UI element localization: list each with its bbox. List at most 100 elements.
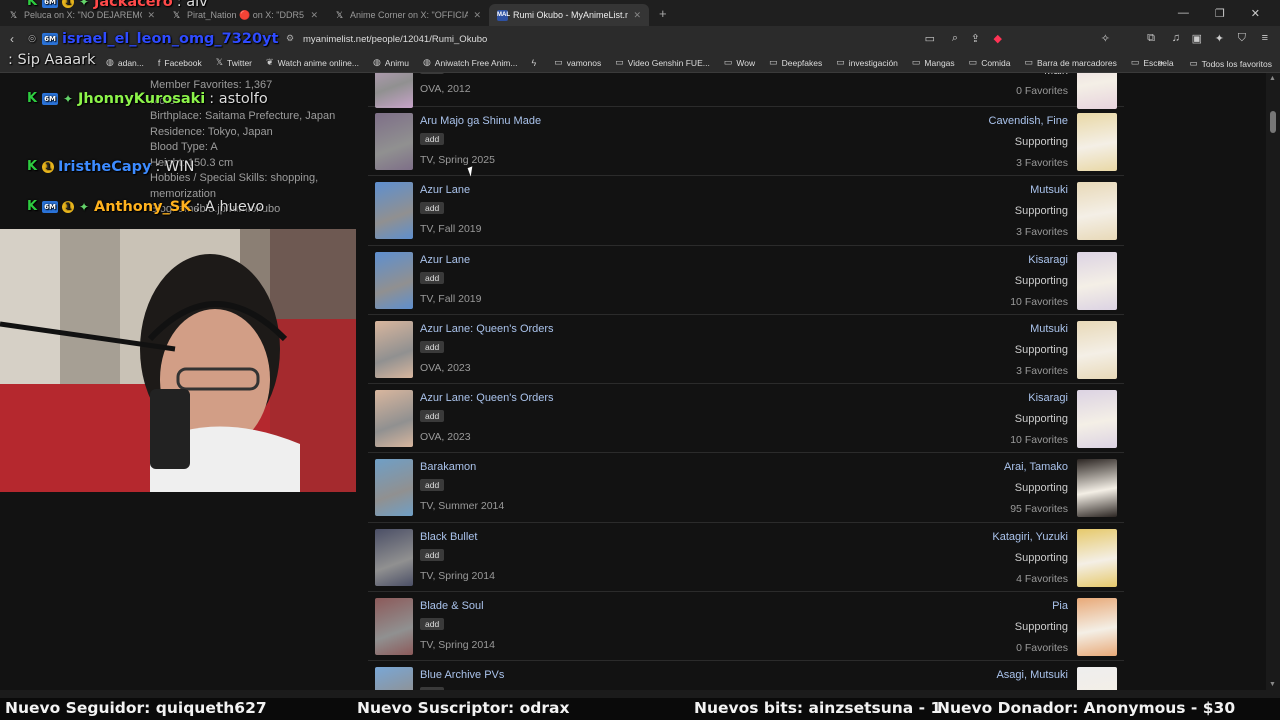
anime-thumbnail[interactable] [375, 251, 413, 309]
character-thumbnail[interactable] [1077, 528, 1117, 587]
new-tab-button[interactable]: + [649, 6, 677, 21]
screen-cast-icon[interactable]: ▭ [925, 32, 935, 45]
bookmark-item[interactable]: ▭ Mangas [912, 57, 955, 68]
close-tab-icon[interactable]: ✕ [473, 10, 481, 21]
add-button[interactable]: add [420, 410, 445, 423]
bookmark-item[interactable]: ▭ Escuela [1131, 57, 1174, 68]
more-bookmarks-icon[interactable]: » [1158, 57, 1163, 67]
role-row: Azur Lane add TV, Fall 2019 Mutsuki Supp… [368, 176, 1124, 246]
anime-thumbnail[interactable] [375, 182, 413, 240]
character-name-link[interactable]: Asagi, Mutsuki [996, 669, 1068, 681]
anime-thumbnail[interactable] [375, 73, 413, 108]
add-button[interactable]: add [420, 340, 445, 353]
close-tab-icon[interactable]: ✕ [310, 10, 318, 21]
character-thumbnail[interactable] [1077, 73, 1117, 109]
all-bookmarks[interactable]: ▭ Todos los favoritos [1190, 58, 1272, 69]
favorites-count: 10 Favorites [1010, 295, 1068, 308]
character-name-link[interactable]: Arai, Tamako [1004, 461, 1068, 473]
character-name-link[interactable]: Mutsuki [1030, 184, 1068, 196]
subscriber-badge-icon: 6M [42, 201, 58, 213]
bookmark-item[interactable]: ▭ investigación [836, 57, 898, 68]
chat-text: : aiv [176, 0, 208, 10]
character-thumbnail[interactable] [1077, 182, 1117, 241]
anime-thumbnail[interactable] [375, 113, 413, 170]
bookmark-item[interactable]: ▭ Barra de marcadores [1024, 57, 1116, 68]
window-controls: — ❐ ✕ [1178, 7, 1280, 20]
character-thumbnail[interactable] [1077, 251, 1117, 310]
character-name-link[interactable]: Kisaragi [1028, 392, 1068, 404]
bookmark-item[interactable]: ◍ Animu [373, 57, 409, 68]
character-thumbnail[interactable] [1077, 320, 1117, 379]
wallet-icon[interactable]: ▣ [1192, 32, 1202, 45]
anime-thumbnail[interactable] [375, 598, 413, 656]
extensions-icon[interactable]: ✧ [1101, 32, 1110, 45]
add-button[interactable]: add [420, 133, 445, 145]
bookmark-label: Barra de marcadores [1037, 57, 1117, 68]
bookmark-item[interactable]: ϟ [531, 58, 540, 68]
add-button[interactable]: add [420, 618, 445, 631]
anime-type-season: TV, Spring 2014 [420, 569, 495, 582]
anime-title-link[interactable]: Barakamon [420, 461, 476, 473]
bookmark-item[interactable]: ◍ Aniwatch Free Anim... [423, 57, 518, 68]
music-icon[interactable]: ♫ [1172, 32, 1180, 44]
anime-thumbnail[interactable] [375, 320, 413, 378]
anime-title-link[interactable]: Azur Lane: Queen's Orders [420, 323, 554, 335]
add-button[interactable]: add [420, 73, 445, 74]
anime-title-link[interactable]: Azur Lane [420, 184, 470, 196]
anime-thumbnail[interactable] [375, 390, 413, 448]
puzzle-icon[interactable]: ⧉ [1147, 32, 1155, 45]
anime-title-link[interactable]: Blue Archive PVs [420, 669, 504, 681]
url-field[interactable]: myanimelist.net/people/12041/Rumi_Okubo [303, 34, 487, 45]
scroll-up-icon[interactable]: ▲ [1269, 75, 1276, 82]
character-thumbnail[interactable] [1077, 390, 1117, 449]
scrollbar-thumb[interactable] [1270, 111, 1276, 133]
character-thumbnail[interactable] [1077, 667, 1117, 690]
character-name-link[interactable]: Pia [1052, 600, 1068, 612]
folder-icon: ▭ [968, 57, 978, 67]
add-button[interactable]: add [420, 548, 445, 561]
bookmark-item[interactable]: ▭ Comida [969, 57, 1011, 68]
close-window-icon[interactable]: ✕ [1251, 7, 1260, 20]
anime-title-link[interactable]: Azur Lane [420, 254, 470, 266]
add-button[interactable]: add [420, 271, 445, 284]
anime-title-link[interactable]: Azur Lane: Queen's Orders [420, 392, 554, 404]
ai-icon[interactable]: ✦ [1215, 32, 1224, 45]
character-thumbnail[interactable] [1077, 459, 1117, 518]
bookmark-item[interactable]: ▭ Video Genshin FUE... [615, 57, 710, 68]
bookmark-item[interactable]: ▭ Deepfakes [769, 57, 822, 68]
share-icon[interactable]: ⇪ [971, 32, 980, 45]
bookmark-item[interactable]: ▭ vamonos [554, 57, 601, 68]
character-thumbnail[interactable] [1077, 598, 1117, 657]
add-button[interactable]: add [420, 479, 445, 492]
character-name-link[interactable]: Katagiri, Yuzuki [992, 531, 1068, 543]
anime-title-link[interactable]: Aru Majo ga Shinu Made [420, 115, 541, 127]
brave-shield-icon[interactable]: ◆ [994, 32, 1002, 45]
anime-title-link[interactable]: Black Bullet [420, 531, 477, 543]
vpn-icon[interactable]: ⛉ [1238, 32, 1246, 45]
character-name-link[interactable]: Cavendish, Fine [989, 115, 1069, 127]
tab-3[interactable]: MAL Rumi Okubo - MyAnimeList.net ✕ [489, 4, 649, 26]
folder-icon: ▭ [911, 57, 921, 67]
add-button[interactable]: add [420, 202, 445, 215]
bookmark-label: investigación [848, 57, 898, 68]
anime-type-season: TV, Spring 2014 [420, 639, 495, 652]
bookmark-label: Wow [736, 57, 756, 68]
tab-2[interactable]: 𝕏 Anime Corner on X: "OFFICIAL: "Mag ✕ [326, 4, 489, 26]
anime-thumbnail[interactable] [375, 528, 413, 586]
anime-thumbnail[interactable] [375, 667, 413, 690]
bookmark-item[interactable]: ▭ Wow [724, 57, 755, 68]
scrollbar[interactable]: ▲ ▼ [1266, 73, 1280, 690]
ticker-separator [0, 690, 1280, 698]
scroll-down-icon[interactable]: ▼ [1269, 681, 1276, 688]
restore-icon[interactable]: ❐ [1215, 7, 1225, 20]
close-tab-icon[interactable]: ✕ [633, 10, 641, 21]
chat-username: Anthony_SK [94, 199, 192, 215]
menu-icon[interactable]: ≡ [1262, 32, 1268, 44]
minimize-icon[interactable]: — [1178, 7, 1189, 20]
character-thumbnail[interactable] [1077, 113, 1117, 171]
zoom-icon[interactable]: ⌕ [952, 32, 958, 45]
anime-title-link[interactable]: Blade & Soul [420, 600, 484, 612]
anime-thumbnail[interactable] [375, 459, 413, 517]
character-name-link[interactable]: Mutsuki [1030, 323, 1068, 335]
character-name-link[interactable]: Kisaragi [1028, 254, 1068, 266]
